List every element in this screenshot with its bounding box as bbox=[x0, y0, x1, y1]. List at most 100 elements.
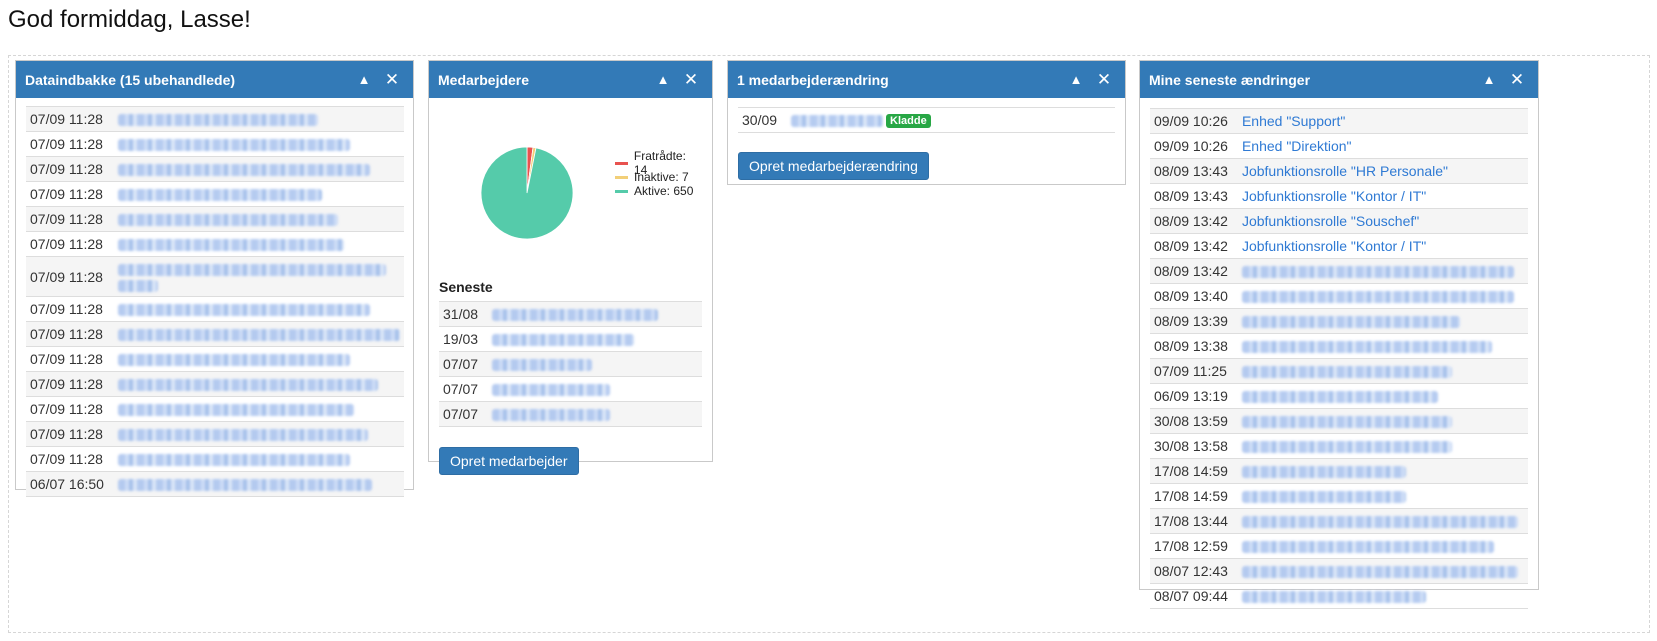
table-row[interactable]: 07/09 11:28 bbox=[26, 206, 404, 232]
redacted-link[interactable] bbox=[492, 409, 611, 422]
table-row[interactable]: 07/09 11:28 bbox=[26, 321, 404, 347]
table-row[interactable]: 07/07 bbox=[439, 401, 702, 427]
triangle-up-icon[interactable]: ▲ bbox=[652, 69, 674, 91]
redacted-link[interactable] bbox=[117, 304, 370, 317]
pie-slice-aktive[interactable] bbox=[480, 146, 574, 240]
redacted-link[interactable] bbox=[1241, 466, 1406, 479]
table-row[interactable]: 17/08 14:59 bbox=[1150, 483, 1528, 509]
table-row[interactable]: 07/09 11:28 bbox=[26, 371, 404, 397]
redacted-link[interactable] bbox=[1241, 516, 1518, 529]
change-link[interactable]: Jobfunktionsrolle "Kontor / IT" bbox=[1242, 188, 1426, 204]
table-row[interactable]: 07/09 11:25 bbox=[1150, 358, 1528, 384]
redacted-link[interactable] bbox=[117, 189, 322, 202]
table-row[interactable]: 07/09 11:28 bbox=[26, 396, 404, 422]
create-employee-change-button[interactable]: Opret medarbejderændring bbox=[738, 152, 929, 180]
table-row[interactable]: 17/08 12:59 bbox=[1150, 533, 1528, 559]
change-link[interactable]: Jobfunktionsrolle "HR Personale" bbox=[1242, 163, 1448, 179]
redacted-link[interactable] bbox=[492, 309, 659, 322]
redacted-link[interactable] bbox=[1241, 366, 1452, 379]
redacted-link[interactable] bbox=[492, 334, 635, 347]
inbox-panel-header[interactable]: Dataindbakke (15 ubehandlede) ▲ ✕ bbox=[16, 61, 413, 98]
table-row[interactable]: 08/09 13:42 Jobfunktionsrolle "Souschef" bbox=[1150, 208, 1528, 234]
table-row[interactable]: 07/09 11:28 bbox=[26, 231, 404, 257]
redacted-link[interactable] bbox=[117, 429, 368, 442]
close-icon[interactable]: ✕ bbox=[1093, 69, 1115, 91]
redacted-link[interactable] bbox=[117, 329, 400, 342]
redacted-link[interactable] bbox=[117, 214, 338, 227]
change-link[interactable]: Jobfunktionsrolle "Kontor / IT" bbox=[1242, 238, 1426, 254]
table-row[interactable]: 31/08 bbox=[439, 301, 702, 327]
redacted-link[interactable] bbox=[492, 384, 611, 397]
table-row[interactable]: 07/09 11:28 bbox=[26, 131, 404, 157]
redacted-link[interactable] bbox=[492, 359, 593, 372]
table-row[interactable]: 08/07 12:43 bbox=[1150, 558, 1528, 584]
redacted-link[interactable] bbox=[117, 354, 350, 367]
redacted-link[interactable] bbox=[1241, 316, 1460, 329]
table-row[interactable]: 07/09 11:28 bbox=[26, 156, 404, 182]
redacted-link[interactable] bbox=[117, 114, 318, 127]
table-row[interactable]: 07/09 11:28 bbox=[26, 181, 404, 207]
redacted-link[interactable] bbox=[117, 454, 350, 467]
table-row[interactable]: 07/07 bbox=[439, 351, 702, 377]
row-date: 08/09 13:38 bbox=[1150, 333, 1238, 359]
table-row[interactable]: 07/09 11:28 bbox=[26, 296, 404, 322]
table-row[interactable]: 08/09 13:39 bbox=[1150, 308, 1528, 334]
redacted-link[interactable] bbox=[1241, 591, 1426, 604]
close-icon[interactable]: ✕ bbox=[1506, 69, 1528, 91]
redacted-link[interactable] bbox=[791, 115, 884, 128]
table-row[interactable]: 09/09 10:26 Enhed "Support" bbox=[1150, 108, 1528, 134]
redacted-link[interactable] bbox=[117, 479, 372, 492]
redacted-link[interactable] bbox=[1241, 416, 1452, 429]
redacted-link[interactable] bbox=[1241, 391, 1438, 404]
employee-changes-panel-header[interactable]: 1 medarbejderændring ▲ ✕ bbox=[728, 61, 1125, 98]
row-date: 07/07 bbox=[439, 351, 489, 377]
table-row[interactable]: 17/08 13:44 bbox=[1150, 508, 1528, 534]
table-row[interactable]: 06/07 16:50 bbox=[26, 471, 404, 497]
create-employee-button[interactable]: Opret medarbejder bbox=[439, 447, 579, 475]
redacted-link[interactable] bbox=[1241, 541, 1494, 554]
change-link[interactable]: Enhed "Support" bbox=[1242, 113, 1345, 129]
table-row[interactable]: 07/09 11:28 bbox=[26, 421, 404, 447]
triangle-up-icon[interactable]: ▲ bbox=[353, 69, 375, 91]
redacted-link[interactable] bbox=[117, 279, 158, 292]
table-row[interactable]: 07/09 11:28 bbox=[26, 106, 404, 132]
table-row[interactable]: 30/08 13:59 bbox=[1150, 408, 1528, 434]
table-row[interactable]: 07/09 11:28 bbox=[26, 256, 404, 297]
table-row[interactable]: 07/09 11:28 bbox=[26, 346, 404, 372]
close-icon[interactable]: ✕ bbox=[381, 69, 403, 91]
redacted-link[interactable] bbox=[117, 239, 344, 252]
table-row[interactable]: 17/08 14:59 bbox=[1150, 458, 1528, 484]
table-row[interactable]: 30/09 Kladde bbox=[738, 107, 1115, 133]
triangle-up-icon[interactable]: ▲ bbox=[1478, 69, 1500, 91]
table-row[interactable]: 19/03 bbox=[439, 326, 702, 352]
table-row[interactable]: 08/09 13:43 Jobfunktionsrolle "Kontor / I… bbox=[1150, 183, 1528, 209]
redacted-link[interactable] bbox=[1241, 566, 1518, 579]
table-row[interactable]: 07/09 11:28 bbox=[26, 446, 404, 472]
table-row[interactable]: 08/09 13:40 bbox=[1150, 283, 1528, 309]
my-recent-changes-panel-header[interactable]: Mine seneste ændringer ▲ ✕ bbox=[1140, 61, 1538, 98]
close-icon[interactable]: ✕ bbox=[680, 69, 702, 91]
change-link[interactable]: Enhed "Direktion" bbox=[1242, 138, 1352, 154]
table-row[interactable]: 09/09 10:26 Enhed "Direktion" bbox=[1150, 133, 1528, 159]
table-row[interactable]: 08/09 13:43 Jobfunktionsrolle "HR Persona… bbox=[1150, 158, 1528, 184]
redacted-link[interactable] bbox=[117, 164, 370, 177]
redacted-link[interactable] bbox=[1241, 291, 1514, 304]
triangle-up-icon[interactable]: ▲ bbox=[1065, 69, 1087, 91]
table-row[interactable]: 08/07 09:44 bbox=[1150, 583, 1528, 609]
employees-panel-header[interactable]: Medarbejdere ▲ ✕ bbox=[429, 61, 712, 98]
redacted-link[interactable] bbox=[117, 404, 354, 417]
table-row[interactable]: 07/07 bbox=[439, 376, 702, 402]
redacted-link[interactable] bbox=[117, 379, 378, 392]
redacted-link[interactable] bbox=[1241, 441, 1452, 454]
redacted-link[interactable] bbox=[1241, 491, 1406, 504]
change-link[interactable]: Jobfunktionsrolle "Souschef" bbox=[1242, 213, 1419, 229]
table-row[interactable]: 08/09 13:42 Jobfunktionsrolle "Kontor / I… bbox=[1150, 233, 1528, 259]
redacted-link[interactable] bbox=[117, 139, 350, 152]
table-row[interactable]: 08/09 13:38 bbox=[1150, 333, 1528, 359]
table-row[interactable]: 30/08 13:58 bbox=[1150, 433, 1528, 459]
table-row[interactable]: 08/09 13:42 bbox=[1150, 258, 1528, 284]
redacted-link[interactable] bbox=[1241, 266, 1514, 279]
redacted-link[interactable] bbox=[117, 263, 386, 276]
table-row[interactable]: 06/09 13:19 bbox=[1150, 383, 1528, 409]
redacted-link[interactable] bbox=[1241, 341, 1492, 354]
